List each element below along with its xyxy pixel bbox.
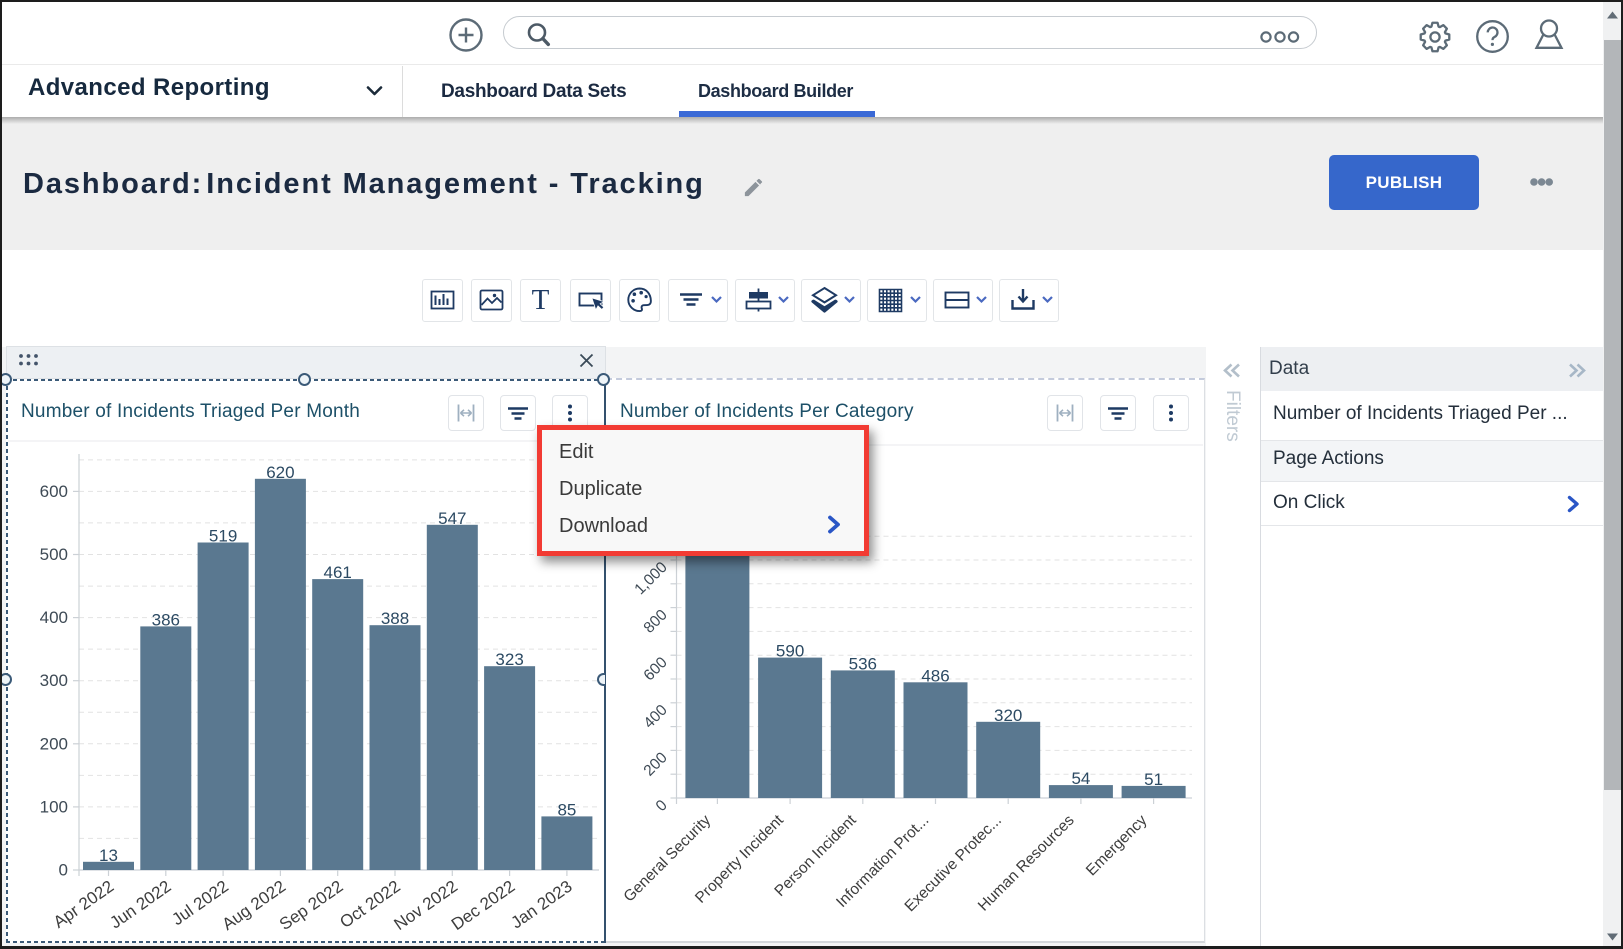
svg-text:500: 500 [40,545,68,564]
svg-text:323: 323 [495,650,523,669]
svg-text:800: 800 [641,606,672,637]
svg-text:51: 51 [1144,770,1163,789]
svg-text:0: 0 [653,797,671,815]
svg-text:519: 519 [209,527,237,546]
svg-text:600: 600 [40,482,68,501]
svg-text:Nov 2022: Nov 2022 [391,877,462,934]
svg-text:388: 388 [381,609,409,628]
svg-text:547: 547 [438,509,466,528]
svg-text:200: 200 [40,734,68,753]
svg-text:620: 620 [266,463,294,482]
svg-text:590: 590 [776,642,804,661]
svg-text:Jun 2022: Jun 2022 [106,877,174,933]
svg-text:13: 13 [99,846,118,865]
svg-text:300: 300 [40,671,68,690]
svg-text:Number of Incidents Triaged Pe: Number of Incidents Triaged Per Month [21,401,360,422]
svg-text:0: 0 [59,861,68,880]
svg-text:400: 400 [641,701,672,732]
svg-text:Number of Incidents Per Catego: Number of Incidents Per Category [620,401,914,422]
svg-text:400: 400 [40,608,68,627]
svg-text:Sep 2022: Sep 2022 [276,877,347,934]
svg-text:386: 386 [152,610,180,629]
svg-text:85: 85 [557,800,576,819]
svg-text:100: 100 [40,797,68,816]
svg-text:536: 536 [849,654,877,673]
svg-text:Jan 2023: Jan 2023 [507,877,575,933]
svg-text:Apr 2022: Apr 2022 [50,877,117,932]
svg-text:320: 320 [994,706,1022,725]
svg-text:461: 461 [324,563,352,582]
svg-text:600: 600 [641,654,672,685]
svg-text:200: 200 [641,749,672,780]
svg-text:1,000: 1,000 [631,559,671,599]
svg-text:54: 54 [1071,769,1090,788]
svg-text:Emergency: Emergency [1083,812,1151,880]
svg-text:Aug 2022: Aug 2022 [219,877,290,934]
svg-text:486: 486 [921,666,949,685]
svg-text:Dec 2022: Dec 2022 [448,877,519,934]
